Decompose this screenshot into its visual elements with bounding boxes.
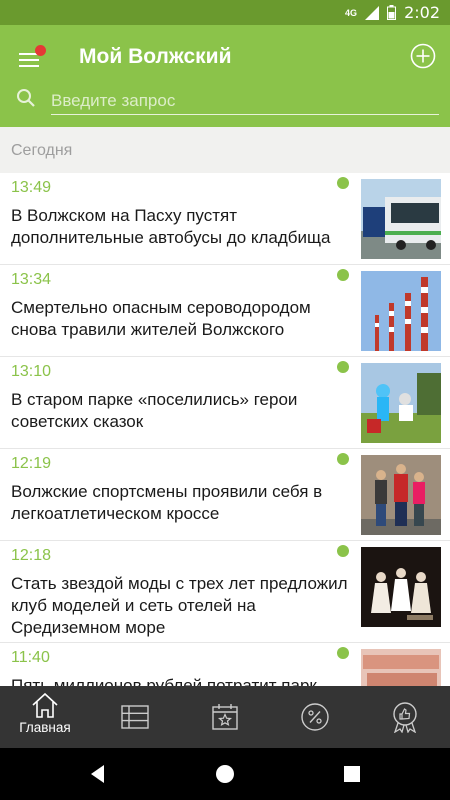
news-item[interactable]: 12:18 Стать звездой моды с трех лет пред… — [0, 541, 450, 643]
network-type: 4G — [345, 7, 358, 18]
menu-icon-line — [19, 59, 39, 61]
news-title: Волжские спортсмены проявили себя в легк… — [11, 482, 323, 523]
news-title: Пять миллионов рублей потратит парк — [11, 676, 317, 686]
list-icon — [121, 705, 149, 729]
unread-indicator — [337, 361, 349, 373]
news-thumbnail-bus — [361, 179, 441, 259]
nav-home-label: Главная — [19, 720, 71, 735]
news-item[interactable]: 12:19 Волжские спортсмены проявили себя … — [0, 449, 450, 541]
menu-button[interactable] — [16, 45, 46, 71]
nav-discounts[interactable] — [270, 686, 360, 748]
calendar-star-icon — [212, 704, 238, 730]
news-time: 13:49 — [11, 179, 52, 196]
nav-home[interactable]: Главная — [0, 686, 90, 748]
signal-icon — [365, 5, 380, 20]
news-title: В старом парке «поселились» герои советс… — [11, 390, 298, 431]
section-header-today: Сегодня — [0, 127, 450, 173]
status-bar: 4G 2:02 — [0, 0, 450, 25]
news-thumbnail-chimneys — [361, 271, 441, 351]
news-time: 12:18 — [11, 547, 52, 564]
percent-icon — [301, 703, 329, 731]
clock: 2:02 — [404, 3, 440, 22]
search-input[interactable] — [51, 87, 439, 115]
news-item[interactable]: 13:49 В Волжском на Пасху пустят дополни… — [0, 173, 450, 265]
battery-icon — [387, 5, 397, 20]
menu-icon-line — [19, 65, 39, 67]
app-bar: Мой Волжский — [0, 25, 450, 127]
unread-indicator — [337, 177, 349, 189]
news-item[interactable]: 13:10 В старом парке «поселились» герои … — [0, 357, 450, 449]
nav-rating[interactable] — [360, 686, 450, 748]
news-title: Смертельно опасным сероводородом снова т… — [11, 298, 311, 339]
news-thumbnail-money — [361, 649, 441, 686]
news-item[interactable]: 11:40 Пять миллионов рублей потратит пар… — [0, 643, 450, 686]
news-thumbnail-models — [361, 547, 441, 627]
news-time: 11:40 — [11, 649, 50, 666]
recents-icon[interactable] — [340, 762, 364, 786]
bottom-navigation: Главная — [0, 686, 450, 748]
system-navigation-bar — [0, 748, 450, 800]
app-title: Мой Волжский — [79, 45, 232, 68]
news-title: Стать звездой моды с трех лет предложил … — [11, 574, 348, 637]
news-title: В Волжском на Пасху пустят дополнительны… — [11, 206, 331, 247]
news-thumbnail-park — [361, 363, 441, 443]
unread-indicator — [337, 545, 349, 557]
news-item[interactable]: 13:34 Смертельно опасным сероводородом с… — [0, 265, 450, 357]
news-time: 13:34 — [11, 271, 52, 288]
news-thumbnail-athletes — [361, 455, 441, 535]
unread-indicator — [337, 453, 349, 465]
news-time: 13:10 — [11, 363, 52, 380]
news-list[interactable]: 13:49 В Волжском на Пасху пустят дополни… — [0, 173, 450, 686]
add-circle-icon[interactable] — [410, 43, 436, 69]
search-icon — [17, 89, 35, 107]
nav-list[interactable] — [90, 686, 180, 748]
home-icon — [32, 692, 58, 718]
nav-events[interactable] — [180, 686, 270, 748]
award-thumb-icon — [393, 702, 417, 733]
news-time: 12:19 — [11, 455, 52, 472]
home-circle-icon[interactable] — [213, 762, 237, 786]
notification-dot — [35, 45, 46, 56]
back-icon[interactable] — [86, 762, 110, 786]
unread-indicator — [337, 647, 349, 659]
unread-indicator — [337, 269, 349, 281]
